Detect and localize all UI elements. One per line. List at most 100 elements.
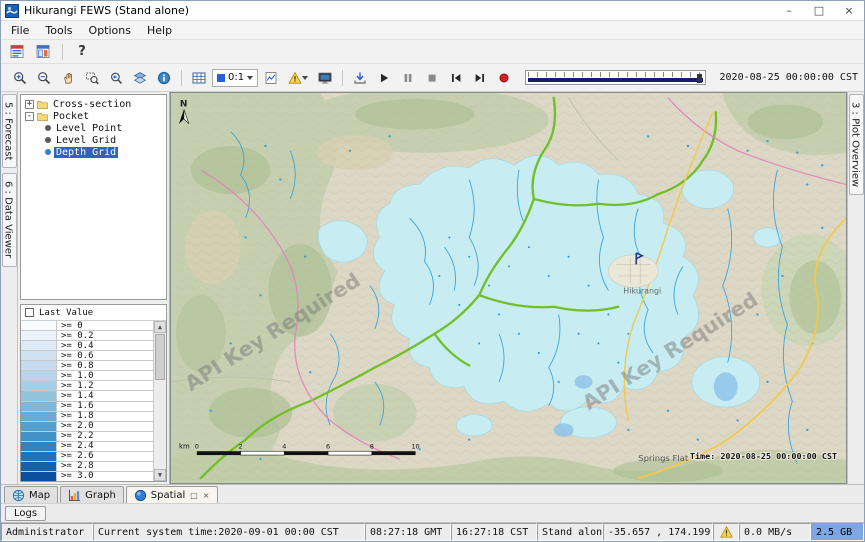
pan-button[interactable]: [57, 68, 79, 88]
legend-row: >= 2.2: [21, 432, 153, 442]
info-button[interactable]: [153, 68, 175, 88]
svg-text:0: 0: [195, 443, 199, 450]
maximize-button[interactable]: □: [804, 1, 834, 20]
timestep-icon: [217, 74, 225, 82]
legend-title: Last Value: [39, 308, 93, 318]
toolbar-separator: [342, 70, 343, 86]
timestep-value: 0:1: [228, 72, 244, 83]
layers-button[interactable]: [129, 68, 151, 88]
tree-item-label[interactable]: Cross-section: [51, 99, 133, 110]
tree-item-label[interactable]: Pocket: [51, 111, 91, 122]
map-canvas[interactable]: API Key Required API Key Required Hikura…: [171, 93, 846, 483]
timeline-handle[interactable]: [697, 74, 702, 83]
tab-plot-overview[interactable]: 3 : Plot Overview: [849, 94, 864, 195]
menu-help[interactable]: Help: [139, 22, 180, 39]
legend-swatch: [21, 361, 57, 370]
scroll-up-icon[interactable]: ▲: [154, 321, 166, 333]
tab-graph[interactable]: Graph: [60, 486, 124, 503]
legend-swatch: [21, 452, 57, 461]
tab-maximize-icon[interactable]: □: [189, 491, 198, 500]
scroll-thumb[interactable]: [155, 334, 165, 380]
svg-text:10: 10: [411, 443, 419, 450]
map-time-label: Time: 2020-08-25 00:00:00 CST: [690, 451, 837, 461]
legend-row: >= 1.2: [21, 381, 153, 391]
stop-button[interactable]: [421, 68, 443, 88]
status-warning-cell[interactable]: [713, 523, 739, 541]
zoom-in-button[interactable]: [9, 68, 31, 88]
tree-item-label[interactable]: Level Point: [54, 123, 124, 134]
export-button[interactable]: [349, 68, 371, 88]
scroll-down-icon[interactable]: ▼: [154, 469, 166, 481]
legend-row: >= 0.6: [21, 351, 153, 361]
status-user: Administrator: [1, 523, 93, 541]
profile-button[interactable]: [260, 68, 282, 88]
menu-file[interactable]: File: [3, 22, 37, 39]
tab-forecast[interactable]: 5 : Forecast: [2, 94, 17, 168]
svg-text:2: 2: [239, 443, 243, 450]
svg-text:4: 4: [282, 443, 286, 450]
grid-display-button[interactable]: [188, 68, 210, 88]
chevron-down-icon: [247, 76, 253, 80]
pause-icon: [401, 71, 415, 85]
close-button[interactable]: ×: [834, 1, 864, 20]
status-mode: Stand alone: [537, 523, 603, 541]
step-back-button[interactable]: [445, 68, 467, 88]
town-label: Hikurangi: [623, 286, 661, 295]
tree-item-label[interactable]: Depth Grid: [54, 147, 118, 158]
legend-row: >= 1.6: [21, 402, 153, 412]
status-coordinates: -35.657 , 174.199: [603, 523, 713, 541]
tree-item-level-grid[interactable]: Level Grid: [21, 134, 166, 146]
export-download-icon: [353, 71, 367, 85]
tab-label: Graph: [85, 490, 116, 501]
tree-item-level-point[interactable]: Level Point: [21, 122, 166, 134]
legend-scrollbar[interactable]: ▲ ▼: [153, 321, 166, 481]
warnings-button[interactable]: [284, 68, 312, 88]
tab-data-viewer[interactable]: 6 : Data Viewer: [2, 173, 17, 266]
tree-item-depth-grid[interactable]: Depth Grid: [21, 146, 166, 158]
legend-swatch: [21, 331, 57, 340]
logs-button[interactable]: Logs: [5, 506, 46, 521]
right-tab-strip: 3 : Plot Overview: [847, 92, 864, 484]
help-button[interactable]: ?: [71, 42, 93, 62]
pause-button[interactable]: [397, 68, 419, 88]
tab-spatial[interactable]: Spatial □ ×: [126, 486, 218, 503]
legend-swatch: [21, 422, 57, 431]
expander-icon[interactable]: -: [25, 112, 34, 121]
expander-icon[interactable]: +: [25, 100, 34, 109]
legend-row: >= 2.4: [21, 442, 153, 452]
zoom-out-icon: [37, 71, 51, 85]
tab-map[interactable]: Map: [4, 486, 58, 503]
zoom-previous-button[interactable]: [105, 68, 127, 88]
last-value-checkbox[interactable]: [25, 308, 34, 317]
left-panel: + Cross-section - Pocket Level Point: [18, 92, 170, 484]
main-toolbar: ?: [1, 40, 864, 64]
tab-close-icon[interactable]: ×: [202, 491, 210, 500]
forecast-manager-button[interactable]: [6, 42, 28, 62]
menu-tools[interactable]: Tools: [37, 22, 80, 39]
timestep-combo[interactable]: 0:1: [212, 69, 258, 87]
step-forward-button[interactable]: [469, 68, 491, 88]
database-button[interactable]: [32, 42, 54, 62]
svg-text:N: N: [180, 100, 187, 110]
status-local-time: 16:27:18 CST: [451, 523, 537, 541]
tree-item-label[interactable]: Level Grid: [54, 135, 118, 146]
status-system-time: Current system time:2020-09-01 00:00 CST: [93, 523, 365, 541]
legend-swatch: [21, 341, 57, 350]
layer-bullet-icon: [45, 125, 51, 131]
minimize-button[interactable]: –: [774, 1, 804, 20]
menu-options[interactable]: Options: [81, 22, 139, 39]
map-view[interactable]: API Key Required API Key Required Hikura…: [170, 92, 847, 484]
tree-item-pocket[interactable]: - Pocket: [21, 110, 166, 122]
legend-row: >= 0.2: [21, 331, 153, 341]
zoom-box-button[interactable]: [81, 68, 103, 88]
record-button[interactable]: [493, 68, 515, 88]
animation-display-button[interactable]: [314, 68, 336, 88]
profile-icon: [264, 71, 278, 85]
play-button[interactable]: [373, 68, 395, 88]
legend-swatch: [21, 371, 57, 380]
tree-item-cross-section[interactable]: + Cross-section: [21, 98, 166, 110]
display-tab-bar: Map Graph Spatial □ ×: [1, 484, 864, 503]
timeline-slider[interactable]: [525, 70, 705, 85]
zoom-out-button[interactable]: [33, 68, 55, 88]
bar-chart-icon: [68, 489, 81, 502]
